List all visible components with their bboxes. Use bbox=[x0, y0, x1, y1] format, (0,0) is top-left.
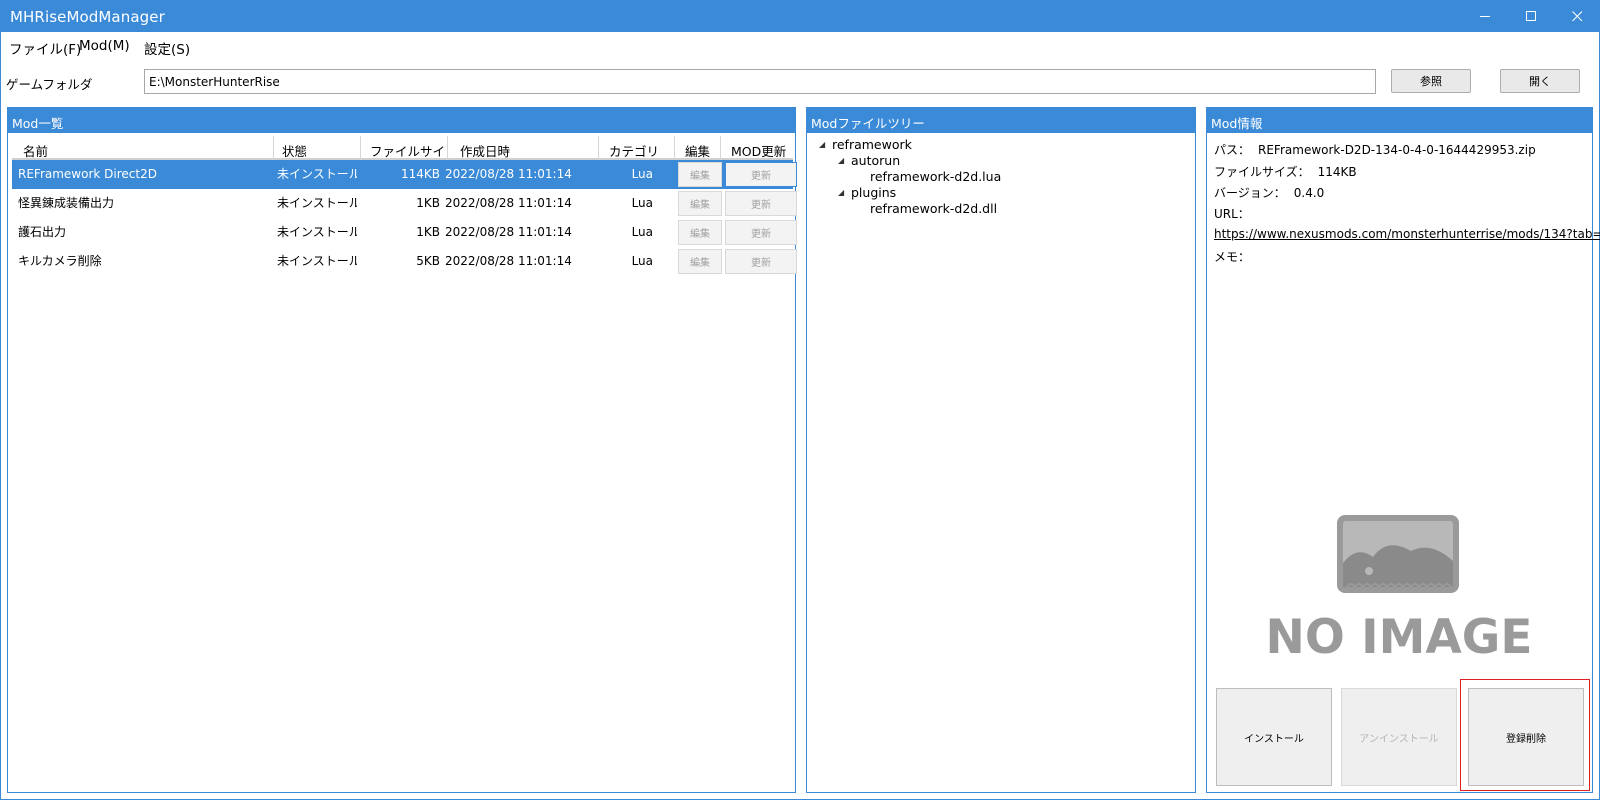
version-value: 0.4.0 bbox=[1293, 186, 1325, 200]
url-label: URL： bbox=[1214, 207, 1250, 221]
mod-status-cell: 未インストール bbox=[277, 167, 357, 181]
mod-category-cell: Lua bbox=[631, 167, 653, 181]
tree-node-folder[interactable]: plugins bbox=[851, 185, 896, 200]
install-button[interactable]: インストール bbox=[1216, 688, 1332, 786]
close-button[interactable] bbox=[1554, 1, 1600, 32]
window-title: MHRiseModManager bbox=[10, 8, 165, 26]
info-path: パス： REFramework-D2D-134-0-4-0-1644429953.… bbox=[1214, 141, 1536, 158]
mod-date-cell: 2022/08/28 11:01:14 bbox=[445, 254, 572, 268]
no-image-placeholder: NO IMAGE bbox=[1266, 515, 1533, 663]
mod-status-cell: 未インストール bbox=[277, 196, 357, 210]
table-row[interactable]: 護石出力 未インストール 1KB 2022/08/28 11:01:14 Lua 編集 更新 bbox=[12, 218, 797, 247]
mod-date-cell: 2022/08/28 11:01:14 bbox=[445, 225, 572, 239]
column-edit[interactable]: 編集 bbox=[675, 136, 721, 160]
mod-table: 名前 状態 ファイルサイズ 作成日時 カテゴリ 編集 MOD更新 REFrame… bbox=[12, 136, 797, 276]
mod-date-cell: 2022/08/28 11:01:14 bbox=[445, 167, 572, 181]
title-bar: MHRiseModManager bbox=[1, 1, 1599, 32]
table-row[interactable]: REFramework Direct2D 未インストール 114KB 2022/08/… bbox=[12, 160, 797, 189]
update-button[interactable]: 更新 bbox=[725, 191, 797, 216]
mod-name-cell: 護石出力 bbox=[18, 225, 67, 239]
tree-node-folder[interactable]: autorun bbox=[851, 153, 900, 168]
mod-status-cell: 未インストール bbox=[277, 225, 357, 239]
tree-node-file[interactable]: reframework-d2d.lua bbox=[870, 169, 1001, 184]
mod-size-cell: 1KB bbox=[416, 196, 440, 210]
highlight-box bbox=[1460, 679, 1590, 791]
mod-category-cell: Lua bbox=[631, 196, 653, 210]
update-button[interactable]: 更新 bbox=[725, 162, 797, 187]
url-link[interactable]: https://www.nexusmods.com/monsterhunterr… bbox=[1214, 227, 1600, 241]
minimize-icon bbox=[1479, 16, 1490, 17]
minimize-button[interactable] bbox=[1462, 1, 1508, 32]
mod-info-header: Mod情報 bbox=[1207, 108, 1592, 133]
mod-info-panel: Mod情報 パス： REFramework-D2D-134-0-4-0-16444… bbox=[1206, 107, 1600, 793]
menu-settings[interactable]: 設定(S) bbox=[144, 38, 190, 58]
column-size[interactable]: ファイルサイズ bbox=[361, 136, 448, 178]
table-header: 名前 状態 ファイルサイズ 作成日時 カテゴリ 編集 MOD更新 bbox=[12, 136, 793, 178]
path-label: パス： bbox=[1214, 143, 1251, 157]
game-folder-label: ゲームフォルダ bbox=[6, 77, 93, 92]
size-label: ファイルサイズ： bbox=[1214, 165, 1310, 179]
info-version: バージョン： 0.4.0 bbox=[1214, 184, 1324, 201]
close-icon bbox=[1571, 11, 1582, 22]
app-window: MHRiseModManager ファイル(F) Mod(M) 設定(S) ゲー… bbox=[0, 0, 1600, 800]
table-row[interactable]: 怪異錬成装備出力 未インストール 1KB 2022/08/28 11:01:14 Lua… bbox=[12, 189, 797, 218]
maximize-icon bbox=[1525, 11, 1536, 21]
tree-node-root[interactable]: reframework bbox=[832, 137, 912, 152]
uninstall-button[interactable]: アンインストール bbox=[1341, 688, 1457, 786]
column-name[interactable]: 名前 bbox=[12, 136, 274, 160]
edit-button[interactable]: 編集 bbox=[678, 162, 722, 187]
mod-name-cell: REFramework Direct2D bbox=[18, 167, 157, 181]
tree-node-file[interactable]: reframework-d2d.dll bbox=[870, 201, 997, 216]
column-category[interactable]: カテゴリ bbox=[599, 136, 675, 160]
expand-icon[interactable]: ◢ bbox=[838, 156, 844, 165]
mod-size-cell: 114KB bbox=[400, 167, 440, 181]
path-value: REFramework-D2D-134-0-4-0-1644429953.zip bbox=[1258, 143, 1536, 157]
expand-icon[interactable]: ◢ bbox=[838, 188, 844, 197]
no-image-text: NO IMAGE bbox=[1266, 610, 1533, 663]
mod-name-cell: キルカメラ削除 bbox=[18, 254, 102, 268]
table-row[interactable]: キルカメラ削除 未インストール 5KB 2022/08/28 11:01:14 Lua 編… bbox=[12, 247, 797, 276]
update-button[interactable]: 更新 bbox=[725, 220, 797, 245]
mod-size-cell: 1KB bbox=[416, 225, 440, 239]
file-tree-panel: Modファイルツリー ◢ reframework ◢ autorun refra… bbox=[806, 107, 1196, 793]
file-tree-header: Modファイルツリー bbox=[807, 108, 1195, 133]
edit-button[interactable]: 編集 bbox=[678, 249, 722, 274]
mod-list-header: Mod一覧 bbox=[8, 108, 795, 133]
browse-button[interactable]: 参照 bbox=[1391, 69, 1471, 93]
mod-category-cell: Lua bbox=[631, 254, 653, 268]
column-date[interactable]: 作成日時 bbox=[448, 136, 599, 160]
column-status[interactable]: 状態 bbox=[274, 136, 361, 160]
open-folder-button[interactable]: 開く bbox=[1500, 69, 1580, 93]
menu-mod[interactable]: Mod(M) bbox=[79, 38, 130, 54]
size-value: 114KB bbox=[1317, 165, 1357, 179]
version-label: バージョン： bbox=[1214, 186, 1286, 200]
game-folder-input[interactable] bbox=[144, 69, 1376, 94]
mod-category-cell: Lua bbox=[631, 225, 653, 239]
column-mod-update[interactable]: MOD更新 bbox=[721, 136, 793, 160]
memo-label: メモ： bbox=[1214, 250, 1251, 264]
mod-status-cell: 未インストール bbox=[277, 254, 357, 268]
maximize-button[interactable] bbox=[1508, 1, 1554, 32]
update-button[interactable]: 更新 bbox=[725, 249, 797, 274]
mod-name-cell: 怪異錬成装備出力 bbox=[18, 196, 115, 210]
mod-date-cell: 2022/08/28 11:01:14 bbox=[445, 196, 572, 210]
mod-list-panel: Mod一覧 名前 状態 ファイルサイズ 作成日時 カテゴリ 編集 MOD更新 R… bbox=[7, 107, 797, 793]
menu-file[interactable]: ファイル(F) bbox=[9, 38, 81, 58]
edit-button[interactable]: 編集 bbox=[678, 220, 722, 245]
menu-bar: ファイル(F) Mod(M) 設定(S) bbox=[1, 35, 1599, 59]
info-size: ファイルサイズ： 114KB bbox=[1214, 163, 1357, 180]
expand-icon[interactable]: ◢ bbox=[819, 140, 825, 149]
edit-button[interactable]: 編集 bbox=[678, 191, 722, 216]
table-body: REFramework Direct2D 未インストール 114KB 2022/08/… bbox=[12, 160, 797, 276]
mod-size-cell: 5KB bbox=[416, 254, 440, 268]
